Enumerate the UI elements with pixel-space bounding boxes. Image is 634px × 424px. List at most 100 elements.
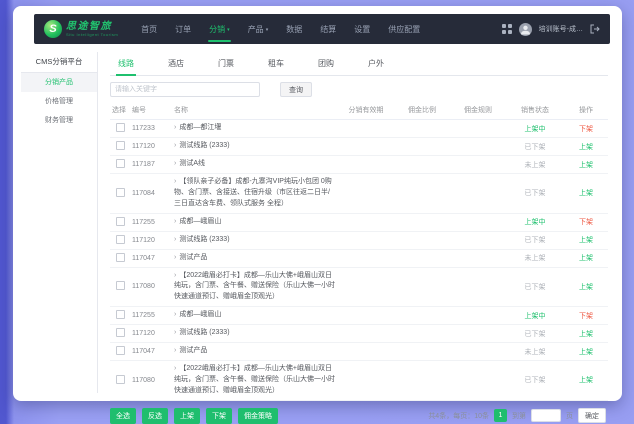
expand-caret-icon[interactable]: ›	[174, 142, 176, 149]
row-action-link[interactable]: 上架	[579, 144, 593, 151]
row-action-link[interactable]: 上架	[579, 284, 593, 291]
row-checkbox[interactable]	[116, 328, 125, 337]
nav-item-distribution[interactable]: 分销▾	[209, 14, 230, 44]
sidebar-title: CMS分销平台	[21, 52, 97, 73]
page-button-1[interactable]: 1	[494, 409, 507, 422]
product-name[interactable]: 成都—峨眉山	[179, 311, 221, 318]
row-checkbox[interactable]	[116, 281, 125, 290]
table-row: 117255›成都—峨眉山 上架中 下架	[110, 307, 608, 325]
shelf-off-button[interactable]: 下架	[206, 408, 232, 424]
nav-item-label: 订单	[175, 24, 191, 35]
shelf-on-button[interactable]: 上架	[174, 408, 200, 424]
commission-rule-cell	[450, 343, 506, 361]
sale-status-badge: 上架中	[525, 313, 546, 320]
expand-caret-icon[interactable]: ›	[174, 124, 176, 131]
row-checkbox[interactable]	[116, 141, 125, 150]
product-name-cell: ›测试A线	[172, 156, 338, 174]
expand-caret-icon[interactable]: ›	[174, 160, 176, 167]
column-header: 佣金规则	[450, 101, 506, 120]
user-name[interactable]: 培训账号-成…	[539, 24, 583, 34]
row-checkbox[interactable]	[116, 375, 125, 384]
tab-car[interactable]: 租车	[266, 52, 286, 75]
row-checkbox[interactable]	[116, 310, 125, 319]
nav-item-products[interactable]: 产品▾	[248, 14, 269, 44]
navbar-right: 培训账号-成…	[502, 23, 600, 36]
product-name-cell: ›成都—峨眉山	[172, 307, 338, 325]
product-name[interactable]: 测试线路 (2333)	[179, 142, 229, 149]
product-name[interactable]: 测试产品	[179, 254, 207, 261]
row-checkbox[interactable]	[116, 159, 125, 168]
expand-caret-icon[interactable]: ›	[174, 329, 176, 336]
keyword-search-input[interactable]	[110, 82, 260, 97]
expand-caret-icon[interactable]: ›	[174, 311, 176, 318]
search-row: 查询	[110, 82, 608, 97]
page-jump-input[interactable]	[531, 409, 561, 422]
sidebar-item-distribution-products[interactable]: 分销产品	[21, 73, 97, 92]
product-name[interactable]: 测试产品	[179, 347, 207, 354]
apps-grid-icon[interactable]	[502, 24, 512, 34]
row-action-link[interactable]: 上架	[579, 237, 593, 244]
user-avatar[interactable]	[519, 23, 532, 36]
expand-caret-icon[interactable]: ›	[174, 272, 176, 279]
nav-item-orders[interactable]: 订单	[175, 14, 191, 44]
row-action-link[interactable]: 上架	[579, 331, 593, 338]
tab-hotel[interactable]: 酒店	[166, 52, 186, 75]
row-action-cell: 上架	[564, 138, 608, 156]
product-name[interactable]: 【2022峨眉必打卡】成都—乐山大佛+峨眉山双日纯玩，含门票、含午餐、赠送保险（…	[174, 365, 335, 394]
nav-item-data[interactable]: 数据	[286, 14, 302, 44]
select-all-button[interactable]: 全选	[110, 408, 136, 424]
row-checkbox[interactable]	[116, 346, 125, 355]
row-checkbox[interactable]	[116, 235, 125, 244]
column-header: 佣金比例	[394, 101, 450, 120]
row-checkbox[interactable]	[116, 188, 125, 197]
row-action-link[interactable]: 上架	[579, 349, 593, 356]
search-button[interactable]: 查询	[280, 82, 312, 97]
logout-icon[interactable]	[590, 24, 600, 34]
row-checkbox[interactable]	[116, 123, 125, 132]
expand-caret-icon[interactable]: ›	[174, 365, 176, 372]
page-jump-confirm-button[interactable]: 确定	[578, 408, 606, 423]
valid-period-cell	[338, 267, 394, 307]
row-action-link[interactable]: 上架	[579, 377, 593, 384]
expand-caret-icon[interactable]: ›	[174, 218, 176, 225]
commission-strategy-button[interactable]: 佣金策略	[238, 408, 278, 424]
column-header: 选择	[110, 101, 130, 120]
nav-item-supply-config[interactable]: 供应配置	[388, 14, 420, 44]
tab-ticket[interactable]: 门票	[216, 52, 236, 75]
commission-rule-cell	[450, 231, 506, 249]
product-name[interactable]: 【领队亲子必备】成都-九寨沟VIP纯玩小包团 0购物、含门票、含接送、住宿升级（…	[174, 178, 332, 207]
row-action-link[interactable]: 上架	[579, 255, 593, 262]
commission-rate-cell	[394, 343, 450, 361]
product-name[interactable]: 测试线路 (2333)	[179, 329, 229, 336]
product-name[interactable]: 测试线路 (2333)	[179, 236, 229, 243]
valid-period-cell	[338, 213, 394, 231]
product-name[interactable]: 测试A线	[179, 160, 205, 167]
row-checkbox[interactable]	[116, 253, 125, 262]
row-action-link[interactable]: 上架	[579, 162, 593, 169]
sidebar-item-price-management[interactable]: 价格管理	[21, 92, 97, 111]
tab-group[interactable]: 团购	[316, 52, 336, 75]
row-action-link[interactable]: 下架	[579, 313, 593, 320]
expand-caret-icon[interactable]: ›	[174, 254, 176, 261]
valid-period-cell	[338, 307, 394, 325]
product-name[interactable]: 成都—峨眉山	[179, 218, 221, 225]
nav-item-settlement[interactable]: 结算	[320, 14, 336, 44]
product-id: 117255	[130, 307, 172, 325]
tab-outdoor[interactable]: 户外	[366, 52, 386, 75]
row-action-link[interactable]: 上架	[579, 190, 593, 197]
sidebar-item-finance-management[interactable]: 财务管理	[21, 111, 97, 130]
expand-caret-icon[interactable]: ›	[174, 178, 176, 185]
row-checkbox[interactable]	[116, 217, 125, 226]
tab-route[interactable]: 线路	[116, 52, 136, 75]
row-action-link[interactable]: 下架	[579, 219, 593, 226]
expand-caret-icon[interactable]: ›	[174, 236, 176, 243]
product-name[interactable]: 成都—都江堰	[179, 124, 221, 131]
commission-rule-cell	[450, 361, 506, 401]
product-name[interactable]: 【2022峨眉必打卡】成都—乐山大佛+峨眉山双日纯玩，含门票、含午餐、赠送保险（…	[174, 272, 335, 301]
row-checkbox-cell	[110, 156, 130, 174]
nav-item-settings[interactable]: 设置	[354, 14, 370, 44]
row-action-link[interactable]: 下架	[579, 126, 593, 133]
invert-select-button[interactable]: 反选	[142, 408, 168, 424]
expand-caret-icon[interactable]: ›	[174, 347, 176, 354]
nav-item-home[interactable]: 首页	[141, 14, 157, 44]
